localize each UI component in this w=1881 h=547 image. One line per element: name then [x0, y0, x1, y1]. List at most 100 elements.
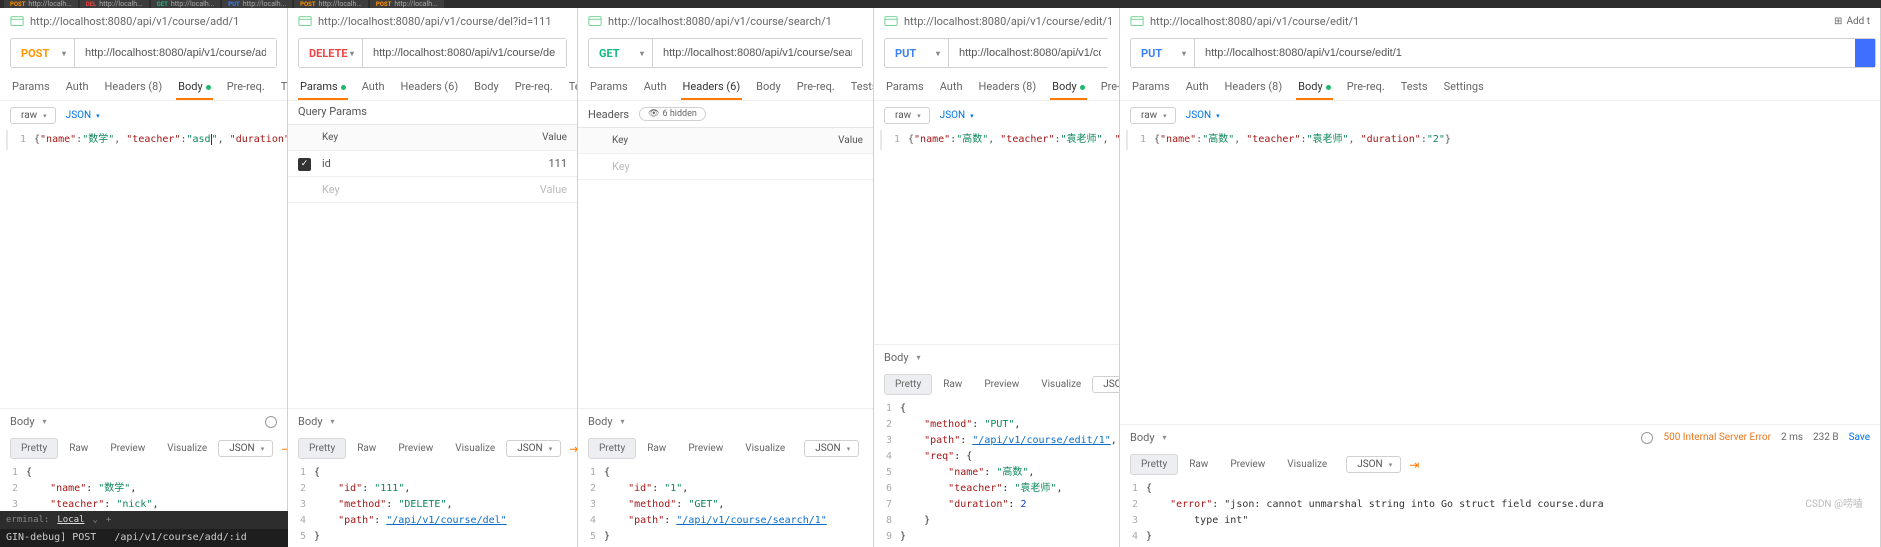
- window-tab[interactable]: POSThttp://localh...: [4, 0, 78, 8]
- tab-params[interactable]: Params: [588, 74, 630, 100]
- wrap-lines-icon[interactable]: ⇥: [1409, 458, 1419, 472]
- view-pretty[interactable]: Pretty: [298, 438, 346, 459]
- response-section-header[interactable]: Body▾ 500 Internal Server Error 2 ms 232…: [1120, 424, 1880, 450]
- window-tab[interactable]: POSThttp://localh...: [294, 0, 368, 8]
- tab-auth[interactable]: Auth: [1184, 74, 1211, 100]
- body-lang-dropdown[interactable]: JSON▾: [66, 110, 100, 121]
- view-visualize[interactable]: Visualize: [1276, 454, 1338, 475]
- method-dropdown[interactable]: DELETE▾: [299, 39, 363, 67]
- view-visualize[interactable]: Visualize: [156, 438, 218, 459]
- tab-body[interactable]: Body: [1050, 74, 1087, 100]
- tab-headers[interactable]: Headers (8): [103, 74, 165, 100]
- response-lang-dropdown[interactable]: JSON▾: [218, 440, 273, 457]
- request-body-editor[interactable]: 1{"name":"高数", "teacher":"袁老师", "duratio…: [880, 130, 1119, 150]
- body-lang-dropdown[interactable]: JSON▾: [940, 110, 974, 121]
- response-lang-dropdown[interactable]: JSON▾: [804, 440, 859, 457]
- tab-headers[interactable]: Headers (8): [1223, 74, 1285, 100]
- query-param-blank-row[interactable]: KeyValue: [288, 177, 577, 203]
- response-section-header[interactable]: Body▾: [874, 344, 1119, 370]
- tab-prereq[interactable]: Pre-req.: [795, 74, 837, 100]
- tab-prereq[interactable]: Pre-req.: [1099, 74, 1120, 100]
- response-section-header[interactable]: Body▾: [0, 408, 287, 434]
- request-body-editor[interactable]: 1{"name":"高数", "teacher":"袁老师", "duratio…: [1126, 130, 1880, 150]
- tab-body[interactable]: Body: [176, 74, 213, 100]
- response-time: 2 ms: [1781, 432, 1803, 443]
- query-param-row[interactable]: ✓id111: [288, 151, 577, 177]
- tab-auth[interactable]: Auth: [642, 74, 669, 100]
- response-lang-dropdown[interactable]: JSON▾: [1092, 376, 1120, 393]
- view-raw[interactable]: Raw: [346, 438, 387, 459]
- tab-body[interactable]: Body: [472, 74, 501, 100]
- view-raw[interactable]: Raw: [1178, 454, 1219, 475]
- url-input[interactable]: [1195, 39, 1855, 67]
- view-visualize[interactable]: Visualize: [1030, 374, 1092, 395]
- view-pretty[interactable]: Pretty: [10, 438, 58, 459]
- tab-headers[interactable]: Headers (6): [681, 74, 743, 100]
- terminal-tab-local[interactable]: Local: [57, 515, 84, 525]
- view-raw[interactable]: Raw: [636, 438, 677, 459]
- terminal-tab-add[interactable]: +: [106, 515, 111, 525]
- terminal-tab-split[interactable]: ⌄: [92, 515, 97, 525]
- view-visualize[interactable]: Visualize: [734, 438, 796, 459]
- method-dropdown[interactable]: GET▾: [589, 39, 653, 67]
- tab-params[interactable]: Params: [298, 74, 348, 100]
- tab-headers[interactable]: Headers (6): [399, 74, 461, 100]
- view-preview[interactable]: Preview: [973, 374, 1030, 395]
- view-raw[interactable]: Raw: [58, 438, 99, 459]
- view-raw[interactable]: Raw: [932, 374, 973, 395]
- save-response-button[interactable]: Save: [1849, 432, 1870, 443]
- wrap-lines-icon[interactable]: ⇥: [569, 442, 578, 456]
- view-preview[interactable]: Preview: [387, 438, 444, 459]
- tab-settings[interactable]: Settings: [1442, 74, 1486, 100]
- tab-tests[interactable]: Tests: [567, 74, 578, 100]
- response-section-header[interactable]: Body▾: [578, 408, 873, 434]
- tab-auth[interactable]: Auth: [64, 74, 91, 100]
- url-input[interactable]: [75, 39, 276, 67]
- tab-prereq[interactable]: Pre-req.: [225, 74, 267, 100]
- url-input[interactable]: [949, 39, 1111, 67]
- view-pretty[interactable]: Pretty: [1130, 454, 1178, 475]
- view-pretty[interactable]: Pretty: [884, 374, 932, 395]
- tab-tests[interactable]: Tests: [279, 74, 288, 100]
- window-tab[interactable]: GEThttp://localh...: [151, 0, 221, 8]
- view-preview[interactable]: Preview: [99, 438, 156, 459]
- view-visualize[interactable]: Visualize: [444, 438, 506, 459]
- tab-body[interactable]: Body: [1296, 74, 1333, 100]
- window-tab[interactable]: POSThttp://localh...: [370, 0, 444, 8]
- checkbox-icon[interactable]: ✓: [298, 158, 311, 171]
- view-preview[interactable]: Preview: [1219, 454, 1276, 475]
- response-section-header[interactable]: Body▾: [288, 408, 577, 434]
- tab-tests[interactable]: Tests: [849, 74, 874, 100]
- request-body-editor[interactable]: 1{"name":"数学", "teacher":"asd", "duratio…: [6, 130, 287, 150]
- tab-tests[interactable]: Tests: [1399, 74, 1430, 100]
- method-dropdown[interactable]: POST▾: [11, 39, 75, 67]
- tab-params[interactable]: Params: [884, 74, 926, 100]
- header-blank-row[interactable]: Key: [578, 154, 873, 180]
- url-input[interactable]: [363, 39, 566, 67]
- tab-headers[interactable]: Headers (8): [977, 74, 1039, 100]
- response-lang-dropdown[interactable]: JSON▾: [1346, 456, 1401, 473]
- tab-body[interactable]: Body: [754, 74, 783, 100]
- hidden-headers-pill[interactable]: 👁6 hidden: [639, 107, 706, 121]
- method-dropdown[interactable]: PUT▾: [885, 39, 949, 67]
- view-preview[interactable]: Preview: [677, 438, 734, 459]
- add-tab-button[interactable]: ⊞Add t: [1834, 16, 1870, 27]
- body-lang-dropdown[interactable]: JSON▾: [1186, 110, 1220, 121]
- window-tab[interactable]: DELhttp://localh...: [80, 0, 149, 8]
- tab-params[interactable]: Params: [1130, 74, 1172, 100]
- tab-params[interactable]: Params: [10, 74, 52, 100]
- body-type-dropdown[interactable]: raw▾: [884, 107, 930, 124]
- url-input[interactable]: [653, 39, 862, 67]
- window-tab[interactable]: PUThttp://localh...: [222, 0, 292, 8]
- response-lang-dropdown[interactable]: JSON▾: [506, 440, 561, 457]
- tab-prereq[interactable]: Pre-req.: [1345, 74, 1387, 100]
- tab-prereq[interactable]: Pre-req.: [513, 74, 555, 100]
- body-type-dropdown[interactable]: raw▾: [1130, 107, 1176, 124]
- tab-auth[interactable]: Auth: [360, 74, 387, 100]
- method-dropdown[interactable]: PUT▾: [1131, 39, 1195, 67]
- body-type-dropdown[interactable]: raw▾: [10, 107, 56, 124]
- wrap-lines-icon[interactable]: ⇥: [281, 442, 288, 456]
- view-pretty[interactable]: Pretty: [588, 438, 636, 459]
- tab-auth[interactable]: Auth: [938, 74, 965, 100]
- send-button[interactable]: [1855, 39, 1875, 67]
